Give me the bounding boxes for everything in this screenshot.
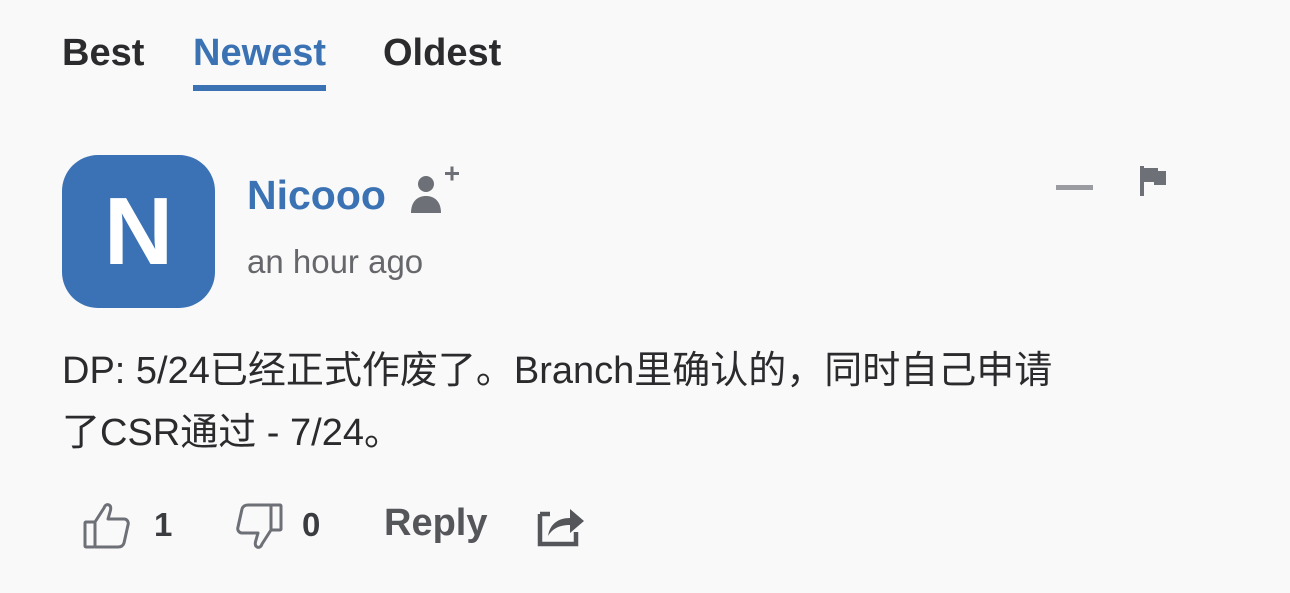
comment-section: Best Newest Oldest N Nicooo an hour ago …	[0, 0, 1290, 593]
follow-user-icon[interactable]	[408, 165, 460, 217]
tab-oldest[interactable]: Oldest	[383, 32, 501, 75]
thumbs-down-icon[interactable]	[230, 500, 286, 552]
thumbs-up-icon[interactable]	[80, 500, 136, 552]
flag-icon[interactable]	[1136, 163, 1170, 199]
tab-oldest-label: Oldest	[383, 32, 502, 74]
tab-newest[interactable]: Newest	[193, 32, 327, 91]
reply-button[interactable]: Reply	[384, 502, 487, 545]
share-icon[interactable]	[536, 500, 588, 550]
avatar[interactable]: N	[62, 155, 215, 308]
comment-body: DP: 5/24已经正式作废了。Branch里确认的，同时自己申请 了CSR通过…	[62, 340, 1252, 464]
comment-author[interactable]: Nicooo	[247, 172, 386, 219]
downvote-count: 0	[302, 506, 321, 543]
tab-best-label: Best	[62, 32, 145, 74]
tab-newest-label: Newest	[193, 32, 327, 74]
comment-timestamp: an hour ago	[247, 243, 424, 280]
comment-body-line-2: 了CSR通过 - 7/24。	[62, 412, 402, 454]
avatar-letter: N	[103, 177, 174, 285]
upvote-count: 1	[154, 506, 173, 543]
tab-best[interactable]: Best	[62, 32, 144, 75]
collapse-icon[interactable]	[1052, 176, 1096, 198]
active-tab-indicator	[193, 85, 327, 91]
comment-body-line-1: DP: 5/24已经正式作废了。Branch里确认的，同时自己申请	[62, 350, 1053, 392]
